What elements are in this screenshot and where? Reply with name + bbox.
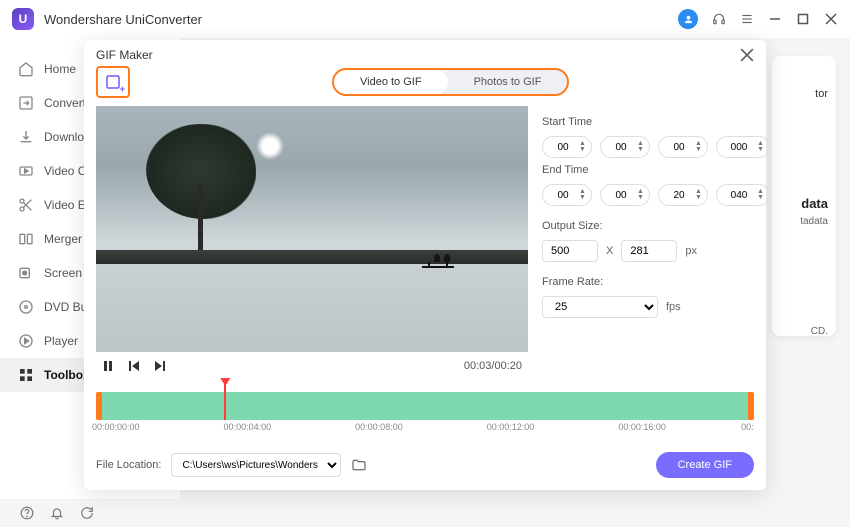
play-icon [18,333,34,349]
tabs: Video to GIF Photos to GIF [332,68,569,96]
footer [0,499,114,527]
output-size-label: Output Size: [542,220,770,232]
start-minutes[interactable]: ▲▼ [600,136,650,158]
sidebar-label: Merger [44,232,82,246]
tick: 00:00:04:00 [224,422,272,432]
tab-photos-to-gif[interactable]: Photos to GIF [448,70,568,94]
close-icon[interactable] [824,12,838,26]
tick: 00:00:08:00 [355,422,403,432]
frame-rate-select[interactable]: 25 [542,296,658,318]
start-seconds[interactable]: ▲▼ [658,136,708,158]
frame-rate-label: Frame Rate: [542,276,770,288]
grid-icon [18,367,34,383]
home-icon [18,61,34,77]
app-title: Wondershare UniConverter [44,12,202,27]
minimize-icon[interactable] [768,12,782,26]
start-ms[interactable]: ▲▼ [716,136,770,158]
disc-icon [18,299,34,315]
tick: 00:00:16:00 [618,422,666,432]
output-width-input[interactable] [542,240,598,262]
tick: 00:00:00:00 [92,422,140,432]
sidebar-label: Toolbox [44,368,90,382]
bg-text: data [801,196,828,211]
maximize-icon[interactable] [796,12,810,26]
record-icon [18,265,34,281]
open-folder-icon[interactable] [351,457,367,473]
headset-icon[interactable] [712,12,726,26]
playback-time: 00:03/00:20 [464,360,522,372]
menu-icon[interactable] [740,12,754,26]
scissors-icon [18,197,34,213]
video-preview[interactable] [96,106,528,352]
gif-maker-dialog: GIF Maker Video to GIF Photos to GIF 00:… [84,40,766,490]
chevron-down-icon[interactable]: ▼ [637,147,645,153]
help-icon[interactable] [20,506,34,520]
chevron-down-icon[interactable]: ▼ [757,147,765,153]
end-hours[interactable]: ▲▼ [542,184,592,206]
merge-icon [18,231,34,247]
timeline[interactable] [96,392,754,420]
tick: 00: [741,422,754,432]
sidebar-label: Player [44,334,78,348]
chevron-down-icon[interactable]: ▼ [579,147,587,153]
chevron-down-icon[interactable]: ▼ [695,147,703,153]
start-hours[interactable]: ▲▼ [542,136,592,158]
download-icon [18,129,34,145]
end-minutes[interactable]: ▲▼ [600,184,650,206]
sidebar-label: Home [44,62,76,76]
bg-text: tor [815,88,828,100]
playhead[interactable] [224,384,226,420]
timeline-ruler: 00:00:00:00 00:00:04:00 00:00:08:00 00:0… [96,422,754,442]
end-time-label: End Time [542,164,770,176]
background-card: tor data tadata CD. [772,56,836,336]
compress-icon [18,163,34,179]
fps-label: fps [666,301,681,313]
app-logo-icon: U [12,8,34,30]
tick: 00:00:12:00 [487,422,535,432]
bg-text: CD. [811,326,828,337]
px-label: px [685,245,697,257]
prev-frame-icon[interactable] [128,360,140,372]
user-avatar-icon[interactable] [678,9,698,29]
chevron-down-icon[interactable]: ▼ [695,195,703,201]
dialog-title: GIF Maker [96,48,153,62]
end-ms[interactable]: ▲▼ [716,184,770,206]
chevron-down-icon[interactable]: ▼ [757,195,765,201]
bg-text: tadata [800,216,828,227]
dialog-close-icon[interactable] [740,48,754,62]
create-gif-button[interactable]: Create GIF [656,452,754,478]
start-time-label: Start Time [542,116,770,128]
chevron-down-icon[interactable]: ▼ [579,195,587,201]
feedback-icon[interactable] [80,506,94,520]
file-location-label: File Location: [96,459,161,471]
pause-icon[interactable] [102,360,114,372]
bell-icon[interactable] [50,506,64,520]
output-height-input[interactable] [621,240,677,262]
end-seconds[interactable]: ▲▼ [658,184,708,206]
file-location-select[interactable]: C:\Users\ws\Pictures\Wonders [171,453,341,477]
multiply-label: X [606,245,613,257]
titlebar: U Wondershare UniConverter [0,0,850,38]
converter-icon [18,95,34,111]
tab-video-to-gif[interactable]: Video to GIF [334,70,448,94]
add-file-button[interactable] [96,66,130,98]
next-frame-icon[interactable] [154,360,166,372]
chevron-down-icon[interactable]: ▼ [637,195,645,201]
